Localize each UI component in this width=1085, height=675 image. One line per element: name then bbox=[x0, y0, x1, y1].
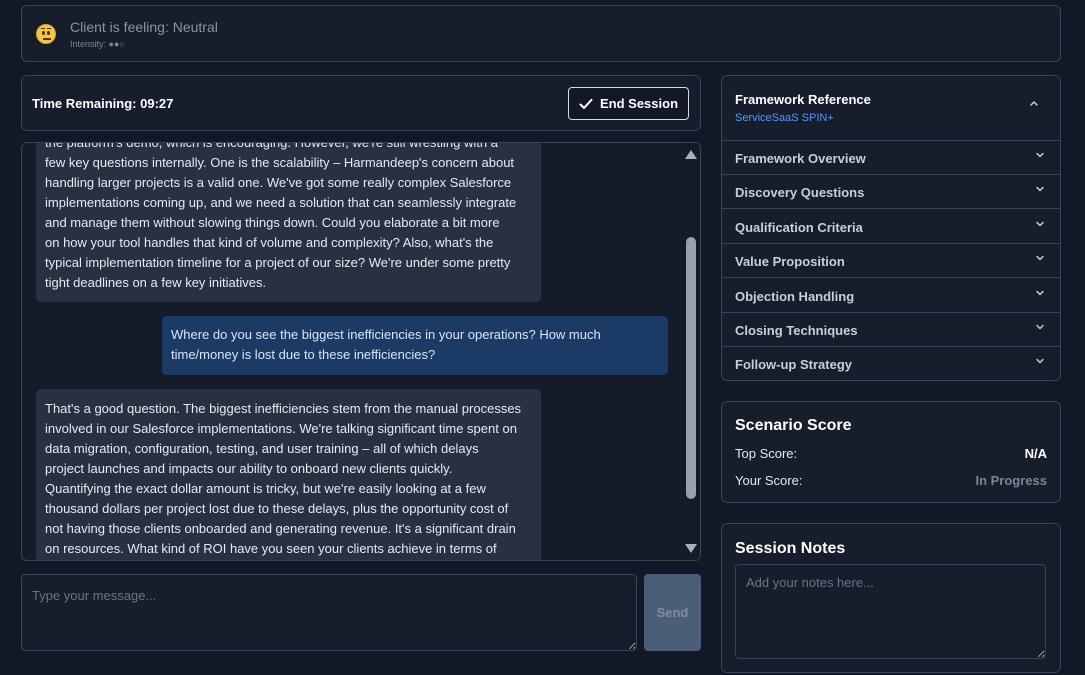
framework-section-closing-techniques[interactable]: Closing Techniques bbox=[722, 313, 1060, 347]
client-message: the platform's demo, which is encouragin… bbox=[36, 142, 541, 302]
session-notes-panel: Session Notes bbox=[721, 523, 1061, 673]
message-line: handling larger projects is a valid one.… bbox=[45, 175, 512, 190]
chevron-down-icon bbox=[1036, 290, 1044, 295]
mood-intensity: Intensity: ●●○ bbox=[70, 39, 125, 49]
check-icon bbox=[579, 98, 593, 109]
message-input[interactable] bbox=[21, 574, 637, 651]
chat-transcript[interactable]: the platform's demo, which is encouragin… bbox=[21, 142, 701, 561]
framework-section-objection-handling[interactable]: Objection Handling bbox=[722, 279, 1060, 313]
chevron-down-icon bbox=[1036, 152, 1044, 158]
message-line: time/money is lost due to these ineffici… bbox=[171, 347, 436, 362]
session-notes-input[interactable] bbox=[735, 564, 1046, 659]
top-score-row: Top Score: N/A bbox=[735, 446, 1047, 464]
end-session-button[interactable]: End Session bbox=[568, 87, 689, 120]
scroll-down-arrow-icon[interactable] bbox=[685, 544, 697, 553]
framework-section-discovery-questions[interactable]: Discovery Questions bbox=[722, 175, 1060, 210]
framework-section-value-proposition[interactable]: Value Proposition bbox=[722, 244, 1060, 279]
framework-section-label: Follow-up Strategy bbox=[735, 357, 852, 373]
client-mood-bar: Client is feeling: Neutral Intensity: ●●… bbox=[21, 5, 1061, 62]
your-score-label: Your Score: bbox=[735, 473, 803, 488]
end-session-label: End Session bbox=[599, 96, 679, 111]
message-line: project launches and impacts our ability… bbox=[45, 461, 453, 476]
framework-section-label: Objection Handling bbox=[735, 288, 855, 304]
framework-section-label: Value Proposition bbox=[735, 254, 845, 270]
your-score-value: In Progress bbox=[975, 473, 1047, 488]
message-line: Quantifying the exact dollar amount is t… bbox=[45, 481, 486, 496]
session-timer-bar: Time Remaining: 09:27 End Session bbox=[21, 75, 701, 131]
time-remaining: Time Remaining: 09:27 bbox=[32, 96, 174, 111]
message-line: involved in our Salesforce implementatio… bbox=[45, 421, 517, 436]
user-message: Where do you see the biggest inefficienc… bbox=[162, 316, 668, 375]
session-notes-title: Session Notes bbox=[735, 540, 846, 557]
framework-section-label: Qualification Criteria bbox=[735, 219, 863, 235]
framework-reference-panel: Framework Reference ServiceSaaS SPIN+ Fr… bbox=[721, 75, 1061, 381]
top-score-value: N/A bbox=[1024, 446, 1047, 461]
scrollbar-thumb[interactable] bbox=[686, 237, 696, 499]
chevron-down-icon bbox=[1036, 324, 1044, 330]
chevron-down-icon bbox=[1036, 187, 1044, 192]
chevron-down-icon bbox=[1036, 359, 1044, 364]
message-line: implementations coming up, and we need a… bbox=[45, 195, 517, 210]
scenario-score-panel: Scenario Score Top Score: N/A Your Score… bbox=[721, 401, 1061, 503]
message-line: not having those clients onboarded and g… bbox=[45, 521, 516, 536]
message-line: few key questions internally. One is the… bbox=[45, 155, 515, 170]
message-line: the platform's demo, which is encouragin… bbox=[45, 142, 498, 150]
chevron-down-icon bbox=[1036, 255, 1044, 261]
client-mood-label: Client is feeling: Neutral bbox=[70, 19, 218, 35]
message-line: typical implementation timeline for a pr… bbox=[45, 255, 511, 270]
message-line: data migration, configuration, testing, … bbox=[45, 441, 479, 456]
scroll-up-arrow-icon[interactable] bbox=[685, 150, 697, 159]
message-line: tight deadlines on a few key initiatives… bbox=[45, 275, 267, 290]
chevron-up-icon[interactable] bbox=[1030, 100, 1038, 106]
scenario-score-title: Scenario Score bbox=[735, 417, 852, 434]
message-line: Where do you see the biggest inefficienc… bbox=[171, 327, 601, 342]
client-message: That's a good question. The biggest inef… bbox=[36, 389, 541, 560]
framework-header[interactable]: Framework Reference ServiceSaaS SPIN+ bbox=[722, 76, 1060, 141]
framework-section-label: Framework Overview bbox=[735, 151, 866, 166]
framework-section-label: Closing Techniques bbox=[735, 323, 858, 338]
framework-section-follow-up-strategy[interactable]: Follow-up Strategy bbox=[722, 347, 1060, 381]
send-button[interactable]: Send bbox=[644, 574, 701, 651]
chat-scrollbar[interactable] bbox=[682, 143, 700, 560]
chevron-down-icon bbox=[1036, 221, 1044, 227]
message-line: That's a good question. The biggest inef… bbox=[45, 401, 522, 416]
message-line: on how your tool handles that kind of vo… bbox=[45, 235, 494, 250]
framework-section-framework-overview[interactable]: Framework Overview bbox=[722, 141, 1060, 175]
message-line: thousand dollars per project lost due to… bbox=[45, 501, 509, 516]
framework-title: Framework Reference bbox=[735, 92, 871, 107]
framework-section-label: Discovery Questions bbox=[735, 185, 865, 201]
neutral-face-icon bbox=[36, 24, 56, 44]
top-score-label: Top Score: bbox=[735, 446, 798, 461]
message-line: on resources. What kind of ROI have you … bbox=[45, 541, 497, 556]
framework-name: ServiceSaaS SPIN+ bbox=[735, 112, 834, 124]
message-line: and manage them without slowing things d… bbox=[45, 215, 500, 230]
framework-section-qualification-criteria[interactable]: Qualification Criteria bbox=[722, 210, 1060, 244]
your-score-row: Your Score: In Progress bbox=[735, 473, 1047, 491]
